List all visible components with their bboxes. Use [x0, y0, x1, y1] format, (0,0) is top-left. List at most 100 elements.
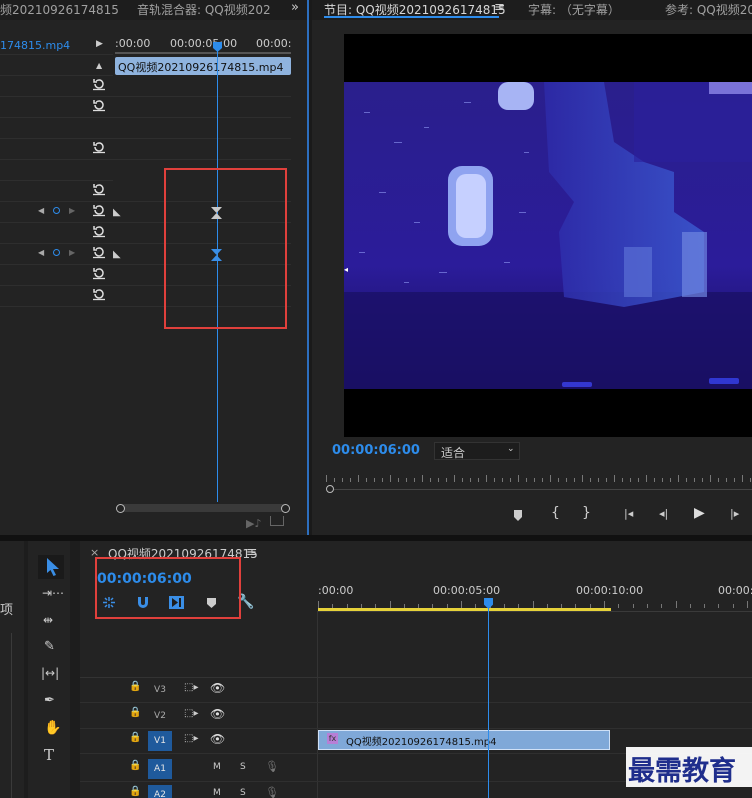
track-select-tool-icon[interactable]: ⇥⋯	[42, 586, 64, 600]
reset-icon[interactable]	[92, 182, 106, 196]
mute-button[interactable]: M	[213, 762, 221, 772]
program-ruler[interactable]	[326, 474, 752, 482]
effect-controls-tab[interactable]: 频20210926174815	[0, 1, 119, 18]
step-back-icon[interactable]: ◂|	[659, 507, 668, 520]
video-canvas[interactable]: ◂	[344, 34, 752, 437]
reference-tab[interactable]: 参考: QQ视频20210	[665, 1, 752, 18]
sync-lock-icon[interactable]: ⬚▸	[184, 733, 198, 744]
mark-out-icon[interactable]: }	[582, 505, 591, 521]
reset-icon[interactable]	[92, 98, 106, 112]
zoom-value: 适合	[441, 446, 466, 460]
sync-lock-icon[interactable]: ⬚▸	[184, 708, 198, 719]
timeline-playhead-line	[488, 608, 489, 798]
panel-menu-icon[interactable]: ≡	[246, 545, 257, 560]
step-forward-icon[interactable]: |▸	[730, 507, 739, 520]
track-header-v3[interactable]: 🔒 V3 ⬚▸ 👁	[80, 678, 317, 702]
panel-overflow-icon[interactable]: »	[291, 0, 299, 15]
selection-tool-icon[interactable]	[46, 558, 60, 576]
track-header-v1[interactable]: 🔒 V1 ⬚▸ 👁	[80, 729, 317, 753]
play-arrow-icon[interactable]: ▶	[96, 39, 103, 49]
ripple-edit-tool-icon[interactable]: ⇹	[43, 613, 53, 627]
pen-tool-icon[interactable]: ✒	[44, 693, 55, 708]
mute-button[interactable]: M	[213, 788, 221, 798]
timeline-ruler[interactable]	[318, 598, 752, 608]
prev-keyframe-icon[interactable]: ◀	[38, 248, 44, 257]
reset-icon[interactable]	[92, 140, 106, 154]
reset-icon[interactable]	[92, 287, 106, 301]
add-keyframe-icon[interactable]	[53, 207, 60, 214]
eye-icon[interactable]: 👁	[210, 681, 225, 695]
track-name-a1[interactable]: A1	[148, 759, 172, 779]
scrollbar-handle-right[interactable]	[281, 504, 290, 513]
zoom-dropdown[interactable]: 适合 ⌄	[434, 442, 520, 460]
captions-tab[interactable]: 字幕: （无字幕）	[528, 1, 620, 18]
lock-icon[interactable]: 🔒	[129, 732, 141, 743]
chevron-down-icon: ⌄	[507, 444, 515, 454]
effect-scrollbar[interactable]	[116, 504, 288, 512]
timeline-clip-v1[interactable]: fx QQ视频20210926174815.mp4	[318, 730, 610, 750]
export-audio-icon[interactable]: ▶♪	[246, 517, 261, 530]
solo-button[interactable]: S	[240, 762, 246, 772]
track-name-v3[interactable]: V3	[148, 680, 172, 700]
reset-icon[interactable]	[92, 266, 106, 280]
slip-tool-icon[interactable]: |↔|	[41, 666, 59, 680]
track-name-v2[interactable]: V2	[148, 706, 172, 726]
play-button[interactable]: ▶	[694, 505, 705, 521]
highlight-box-timecode	[95, 557, 241, 619]
go-to-in-icon[interactable]: |◂	[624, 507, 633, 520]
track-name-v1[interactable]: V1	[148, 731, 172, 751]
scrollbar-handle-left[interactable]	[116, 504, 125, 513]
project-panel-fragment: 项	[0, 603, 14, 618]
ruler-time-10: 00:00:	[256, 37, 292, 50]
collapse-arrow-icon[interactable]: ▲	[96, 61, 102, 70]
timeline-clip-label: QQ视频20210926174815.mp4	[346, 737, 497, 748]
track-name-a2[interactable]: A2	[148, 785, 172, 798]
highlight-box-keyframes	[164, 168, 287, 329]
audio-mixer-tab[interactable]: 音轨混合器: QQ视频202	[137, 1, 271, 18]
edge-marker-icon: ◂	[344, 265, 349, 274]
keyframe-edge-icon: ◣	[113, 207, 121, 218]
active-tab-underline	[324, 16, 499, 18]
timeline-ruler-0: :00:00	[318, 584, 354, 597]
lock-icon[interactable]: 🔒	[129, 707, 141, 718]
effect-clip-bar[interactable]: QQ视频20210926174815.mp4	[115, 57, 291, 75]
track-header-a2[interactable]: 🔒 A2 M S 🎙	[80, 783, 317, 798]
hand-tool-icon[interactable]: ✋	[44, 720, 61, 736]
export-icon[interactable]	[270, 516, 284, 526]
lock-icon[interactable]: 🔒	[129, 786, 141, 797]
microphone-icon[interactable]: 🎙	[265, 760, 279, 773]
razor-tool-icon[interactable]: ✎	[44, 639, 55, 654]
eye-icon[interactable]: 👁	[210, 732, 225, 746]
track-header-a1[interactable]: 🔒 A1 M S 🎙	[80, 757, 317, 781]
effect-controls-panel: 频20210926174815 音轨混合器: QQ视频202 » 174815.…	[0, 0, 307, 535]
keyframe-edge-icon: ◣	[113, 249, 121, 260]
program-playhead-handle[interactable]	[326, 485, 334, 493]
lock-icon[interactable]: 🔒	[129, 681, 141, 692]
lock-icon[interactable]: 🔒	[129, 760, 141, 771]
reset-icon[interactable]	[92, 245, 106, 259]
ruler-time-0: :00:00	[115, 37, 151, 50]
program-timecode[interactable]: 00:00:06:00	[332, 443, 420, 458]
reset-icon[interactable]	[92, 203, 106, 217]
panel-menu-icon[interactable]: ≡	[494, 0, 505, 15]
next-keyframe-icon[interactable]: ▶	[69, 206, 75, 215]
ruler-time-5: 00:00:05:00	[170, 37, 238, 50]
prev-keyframe-icon[interactable]: ◀	[38, 206, 44, 215]
effect-clip-bar-label: QQ视频20210926174815.mp4	[118, 61, 284, 74]
track-header-v2[interactable]: 🔒 V2 ⬚▸ 👁	[80, 704, 317, 728]
watermark-logo: 最需教育	[628, 756, 736, 787]
next-keyframe-icon[interactable]: ▶	[69, 248, 75, 257]
type-tool-icon[interactable]: T	[44, 746, 54, 764]
sync-lock-icon[interactable]: ⬚▸	[184, 682, 198, 693]
add-keyframe-icon[interactable]	[53, 249, 60, 256]
program-monitor-panel: 节目: QQ视频20210926174815 ≡ 字幕: （无字幕） 参考: Q…	[312, 0, 752, 535]
timeline-ruler-15: 00:00:1	[718, 584, 752, 597]
add-marker-icon[interactable]	[513, 510, 523, 521]
eye-icon[interactable]: 👁	[210, 707, 225, 721]
reset-icon[interactable]	[92, 224, 106, 238]
clip-name-label: 174815.mp4	[0, 39, 71, 52]
microphone-icon[interactable]: 🎙	[265, 786, 279, 798]
reset-icon[interactable]	[92, 77, 106, 91]
mark-in-icon[interactable]: {	[551, 505, 560, 521]
solo-button[interactable]: S	[240, 788, 246, 798]
